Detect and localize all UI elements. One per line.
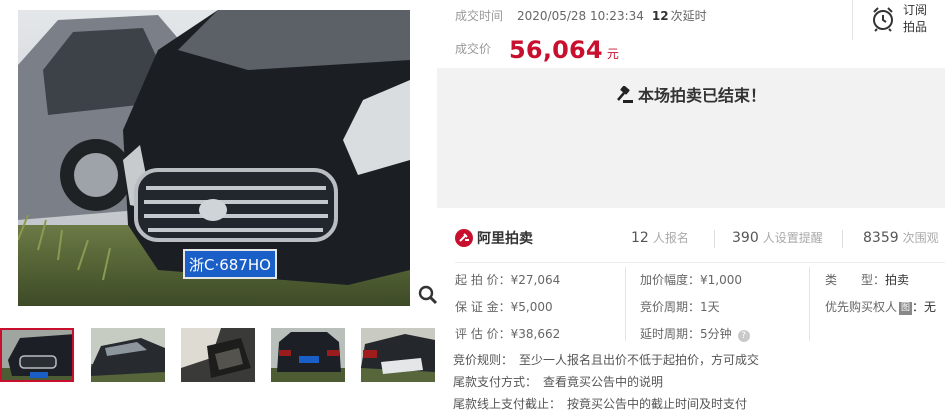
bid-rule-row: 竞价规则： 至少一人报名且出价不低于起拍价，方可成交 (453, 351, 759, 368)
deal-time-value: 2020/05/28 10:23:34 (517, 9, 644, 23)
priority-buyer-value: ：无 (912, 300, 937, 314)
type-label: 类 型： (825, 273, 886, 287)
main-photo[interactable]: 浙C·687HO (18, 10, 410, 306)
registered-count-label: 人报名 (652, 231, 689, 245)
zoom-icon[interactable] (418, 285, 438, 305)
subscribe-button[interactable]: 订阅 拍品 (852, 0, 945, 40)
subscribe-label-line2: 拍品 (903, 20, 928, 34)
view-count: 8359 次围观 (863, 229, 939, 246)
thumb-image-interior (181, 328, 255, 382)
deal-price-unit: 元 (606, 47, 619, 61)
subscribe-label-line1: 订阅 (903, 3, 928, 17)
deposit-value: ¥5,000 (510, 300, 553, 314)
auction-ended-text: 本场拍卖已结束！ (637, 86, 766, 105)
deal-time-row: 成交时间 2020/05/28 10:23:34 12 次延时 (455, 7, 707, 24)
appraisal-field: 评 估 价：¥38,662 (455, 325, 560, 342)
deal-price-row: 成交价 56,064 元 (455, 36, 619, 64)
type-value: 拍卖 (885, 273, 910, 287)
type-field: 类 型：拍卖 (825, 271, 909, 288)
payment-deadline-label: 尾款线上支付截止： (453, 397, 562, 411)
thumb-image-front (2, 330, 72, 380)
registered-count: 12 人报名 (631, 229, 689, 246)
increment-value: ¥1,000 (700, 273, 743, 287)
priority-buyer-badge: 图 (899, 302, 913, 315)
extension-cycle-field: 延时周期：5分钟? (640, 325, 750, 342)
thumb-image-damage (361, 328, 435, 382)
help-icon[interactable]: ? (737, 330, 750, 342)
bid-cycle-value: 1天 (700, 300, 720, 314)
appraisal-value: ¥38,662 (510, 327, 561, 341)
thumbnail-1[interactable] (0, 328, 74, 382)
view-count-label: 次围观 (902, 231, 939, 245)
deal-price-label: 成交价 (455, 42, 492, 56)
bid-cycle-label: 竞价周期： (640, 300, 701, 314)
plate-text: 浙C·687HO (189, 256, 271, 274)
reminder-count-value: 390 (732, 230, 759, 246)
auction-status-panel: 本场拍卖已结束！ (437, 68, 945, 208)
stats-divider (714, 230, 715, 248)
start-price-field: 起 拍 价：¥27,064 (455, 271, 560, 288)
car-photo: 浙C·687HO (18, 10, 410, 306)
deposit-field: 保 证 金：¥5,000 (455, 298, 553, 315)
bid-rule-value: 至少一人报名且出价不低于起拍价，方可成交 (519, 353, 760, 367)
reminder-count-label: 人设置提醒 (762, 231, 823, 245)
increment-field: 加价幅度：¥1,000 (640, 271, 742, 288)
stats-divider (842, 230, 843, 248)
priority-buyer-field: 优先购买权人图：无 (825, 298, 936, 315)
thumbnail-3[interactable] (181, 328, 255, 382)
thumb-image-rear (271, 328, 345, 382)
thumb-image-side (91, 328, 165, 382)
auction-ended-message: 本场拍卖已结束！ (437, 82, 945, 106)
payment-method-row: 尾款支付方式： 查看竟买公告中的说明 (453, 373, 663, 390)
extension-cycle-value: 5分钟 (700, 327, 732, 341)
column-divider (625, 267, 626, 341)
ali-auction-logo: 阿里拍卖 (455, 228, 533, 248)
extension-count: 12 (651, 9, 669, 23)
increment-label: 加价幅度： (640, 273, 701, 287)
appraisal-label: 评 估 价： (455, 327, 511, 341)
brand-name: 阿里拍卖 (477, 231, 533, 247)
ali-auction-mark-icon (455, 229, 473, 247)
extension-label: 次延时 (670, 9, 707, 23)
auction-info-grid: 起 拍 价：¥27,064 保 证 金：¥5,000 评 估 价：¥38,662… (455, 262, 945, 344)
deal-price-value: 56,064 (509, 36, 603, 64)
view-count-value: 8359 (863, 230, 899, 246)
bid-rule-label: 竞价规则： (453, 353, 514, 367)
deal-time-label: 成交时间 (455, 9, 504, 23)
extension-cycle-label: 延时周期： (640, 327, 701, 341)
priority-buyer-label: 优先购买权人 (825, 300, 898, 314)
gavel-icon (617, 86, 633, 103)
registered-count-value: 12 (631, 230, 649, 246)
deposit-label: 保 证 金： (455, 300, 511, 314)
thumbnail-5[interactable] (361, 328, 435, 382)
alarm-clock-icon (873, 7, 893, 32)
payment-method-value: 查看竟买公告中的说明 (543, 375, 664, 389)
bid-cycle-field: 竞价周期：1天 (640, 298, 720, 315)
reminder-count: 390 人设置提醒 (732, 229, 823, 246)
payment-method-label: 尾款支付方式： (453, 375, 538, 389)
payment-deadline-value: 按竟买公告中的截止时间及时支付 (567, 397, 748, 411)
start-price-value: ¥27,064 (510, 273, 561, 287)
payment-deadline-row: 尾款线上支付截止： 按竟买公告中的截止时间及时支付 (453, 395, 747, 412)
thumbnail-2[interactable] (91, 328, 165, 382)
thumbnail-4[interactable] (271, 328, 345, 382)
start-price-label: 起 拍 价： (455, 273, 511, 287)
stats-row: 阿里拍卖 12 人报名 390 人设置提醒 8359 次围观 (455, 224, 945, 254)
column-divider (809, 267, 810, 341)
